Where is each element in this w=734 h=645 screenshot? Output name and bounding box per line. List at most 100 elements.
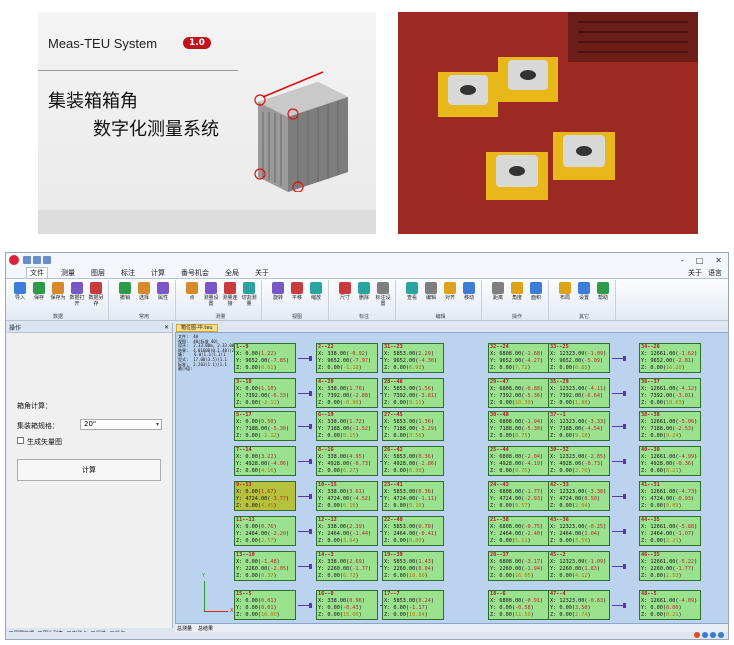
measure-point-card[interactable]: 7--14 X: 0.00(3.22) Y: 4928.00(-4.06) Z: 0.… (234, 446, 296, 476)
ribbon-button-1-1[interactable]: 选择 (135, 282, 153, 301)
measure-point-card[interactable]: 26--42 X: 5853.00(0.36) Y: 4928.00(-2.86) Z… (382, 446, 444, 476)
minimize-button[interactable]: - (681, 256, 684, 265)
quick-undo-icon[interactable] (43, 256, 51, 264)
calculate-button[interactable]: 计算 (17, 459, 161, 481)
ribbon-button-3-2[interactable]: 缩放 (307, 282, 325, 301)
measure-point-card[interactable]: 28--46 X: 5853.00(1.56) Y: 7392.00(-3.81) Z… (382, 378, 444, 408)
measure-point-card[interactable]: 32--24 X: 6808.00(-1.68) Y: 9652.00(-4.27)… (488, 343, 550, 373)
ime-logo-icon[interactable] (694, 632, 700, 638)
menu-annotate[interactable]: 标注 (118, 268, 138, 278)
vector-checkbox[interactable] (17, 437, 24, 444)
measure-point-card[interactable]: 48--5 X: 12661.00(-4.09) Y: 0.00(0.00) Z: 0… (639, 590, 701, 620)
measure-point-card[interactable]: 45--2 X: 12323.00(-1.09) Y: 2260.00(1.83) Z… (548, 551, 610, 581)
measure-point-card[interactable]: 6--19 X: 338.00(1.72) Y: 7188.00(-1.52) Z: … (316, 411, 378, 441)
measure-point-card[interactable]: 17--7 X: 5853.00(0.24) Y: 0.00(-1.17) Z: 0.… (382, 590, 444, 620)
measure-point-card[interactable]: 42--33 X: 12323.00(-3.38) Y: 4724.00(0.50)… (548, 481, 610, 511)
measure-point-card[interactable]: 43--36 X: 12323.00(-0.25) Y: 2464.00(1.04)… (548, 516, 610, 546)
measure-point-card[interactable]: 31--23 X: 5853.00(2.29) Y: 9652.00(-4.30) Z… (382, 343, 444, 373)
menu-number[interactable]: 番号机会 (178, 268, 212, 278)
ribbon-button-2-3[interactable]: 切割测量 (240, 282, 258, 307)
measure-point-card[interactable]: 2--22 X: 338.00(-0.92) Y: 9652.00(-7.97) Z:… (316, 343, 378, 373)
ribbon-button-1-0[interactable]: 撤销 (116, 282, 134, 301)
measure-point-card[interactable]: 14--3 X: 338.00(2.69) Y: 2260.00(-1.77) Z: … (316, 551, 378, 581)
measure-point-card[interactable]: 40--30 X: 12661.00(-4.99) Y: 4928.00(-0.36… (639, 446, 701, 476)
measure-point-card[interactable]: 30--48 X: 6808.00(-1.94) Y: 7188.00(-5.30)… (488, 411, 550, 441)
quick-open-icon[interactable] (33, 256, 41, 264)
measure-point-card[interactable]: 5--17 X: 0.00(0.50) Y: 7188.00(-5.30) Z: 0.… (234, 411, 296, 441)
container-spec-select[interactable]: 20" ▾ (80, 419, 162, 430)
measure-point-card[interactable]: 20--37 X: 6808.00(-3.17) Y: 2260.00(-1.94)… (488, 551, 550, 581)
measure-point-card[interactable]: 35--29 X: 12323.00(-4.11) Y: 7392.00(-6.64… (548, 378, 610, 408)
ime-mode-icon[interactable] (702, 632, 708, 638)
measure-point-card[interactable]: 4--20 X: 338.00(1.76) Y: 7392.00(-2.88) Z: … (316, 378, 378, 408)
measure-point-card[interactable]: 41--31 X: 12661.00(-4.73) Y: 4724.00(-0.93… (639, 481, 701, 511)
ribbon-button-5-2[interactable]: 对齐 (441, 282, 459, 301)
ribbon-button-1-2[interactable]: 属性 (154, 282, 172, 301)
menu-language[interactable]: 语言 (708, 268, 722, 278)
measure-point-card[interactable]: 47--4 X: 12323.00(-0.63) Y: 0.00(3.50) Z: 0… (548, 590, 610, 620)
menu-layer[interactable]: 图层 (88, 268, 108, 278)
ime-settings-icon[interactable] (718, 632, 724, 638)
measure-point-card[interactable]: 39--32 X: 12323.00(-2.85) Y: 4928.00(-0.73… (548, 446, 610, 476)
measure-point-card[interactable]: 34--26 X: 12661.00(-1.62) Y: 9652.00(-2.81… (639, 343, 701, 373)
ribbon-button-7-2[interactable]: 帮助 (594, 282, 612, 301)
measure-point-card[interactable]: 33--25 X: 12323.00(-1.09) Y: 9652.00(-5.09… (548, 343, 610, 373)
ribbon-button-4-2[interactable]: 标注设置 (374, 282, 392, 307)
document-tab[interactable]: 箱位图-中.teu (176, 324, 218, 332)
ribbon-button-6-1[interactable]: 角度 (508, 282, 526, 301)
measure-point-card[interactable]: 29--47 X: 6808.00(-0.88) Y: 7392.00(-5.36)… (488, 378, 550, 408)
ribbon-button-0-3[interactable]: 数据打开 (68, 282, 86, 307)
measure-point-card[interactable]: 1--9 X: 0.00(1.22) Y: 9652.00(-7.85) Z: 0.0… (234, 343, 296, 373)
measure-point-card[interactable]: 19--39 X: 5853.00(1.43) Y: 2260.00(0.04) Z:… (382, 551, 444, 581)
measure-point-card[interactable]: 46--35 X: 12661.00(-5.22) Y: 2260.00(-1.77… (639, 551, 701, 581)
measure-point-card[interactable]: 37--1 X: 12323.00(-3.33) Y: 7188.00(-4.54)… (548, 411, 610, 441)
measure-point-card[interactable]: 8--16 X: 338.00(4.95) Y: 4928.00(-6.73) Z: … (316, 446, 378, 476)
tab-total-measure[interactable]: 总测量 (177, 625, 192, 632)
menu-right-about[interactable]: 关于 (688, 268, 702, 278)
menu-calculate[interactable]: 计算 (148, 268, 168, 278)
ribbon-button-4-1[interactable]: 删除 (355, 282, 373, 301)
measure-point-card[interactable]: 23--41 X: 5853.00(0.36) Y: 4724.00(-1.11) Z… (382, 481, 444, 511)
ribbon-button-2-1[interactable]: 测量设置 (202, 282, 220, 307)
measure-point-card[interactable]: 25--44 X: 6808.00(-2.04) Y: 4928.00(-4.19)… (488, 446, 550, 476)
menu-measure[interactable]: 测量 (58, 268, 78, 278)
measure-point-card[interactable]: 15--5 X: 0.00(0.01) Y: 0.00(0.01) Z: 0.00(1… (234, 590, 296, 620)
measure-point-card[interactable]: 21--38 X: 6808.00(-0.75) Y: 2464.00(-2.40)… (488, 516, 550, 546)
menu-about[interactable]: 关于 (252, 268, 272, 278)
ribbon-button-6-0[interactable]: 距离 (489, 282, 507, 301)
ribbon-button-2-0[interactable]: 点 (183, 282, 201, 301)
ribbon-button-0-1[interactable]: 保存 (30, 282, 48, 301)
ribbon-button-0-4[interactable]: 数据另存 (87, 282, 105, 307)
measure-point-card[interactable]: 24--43 X: 6808.00(-1.77) Y: 4724.00(-2.93)… (488, 481, 550, 511)
ribbon-button-7-0[interactable]: 布局 (556, 282, 574, 301)
ribbon-button-7-1[interactable]: 设置 (575, 282, 593, 301)
measure-point-card[interactable]: 27--45 X: 5853.00(1.36) Y: 7188.00(-3.29) Z… (382, 411, 444, 441)
measure-point-card[interactable]: 38--38 X: 12661.00(-5.06) Y: 7188.00(-2.53… (639, 411, 701, 441)
measure-point-card[interactable]: 16--8 X: 338.00(0.96) Y: 0.00(-0.43) Z: 0.0… (316, 590, 378, 620)
close-button[interactable]: ✕ (715, 256, 722, 265)
tab-total-result[interactable]: 总结果 (198, 625, 213, 632)
measure-point-card[interactable]: 44--35 X: 12661.00(-5.88) Y: 2464.00(-1.07… (639, 516, 701, 546)
measure-point-card[interactable]: 9--13 X: 0.00(1.67) Y: 4724.00(-3.77) Z: 0.… (234, 481, 296, 511)
pin-icon[interactable]: ✕ (164, 324, 169, 331)
ribbon-button-0-2[interactable]: 保存为 (49, 282, 67, 301)
menu-global[interactable]: 全局 (222, 268, 242, 278)
measure-point-card[interactable]: 18--6 X: 6808.00(-0.91) Y: 0.00(-0.58) Z: 0… (488, 590, 550, 620)
ribbon-button-6-2[interactable]: 面积 (527, 282, 545, 301)
ribbon-button-3-0[interactable]: 旋转 (269, 282, 287, 301)
measure-point-card[interactable]: 36--37 X: 12661.00(-4.12) Y: 7392.00(-3.01… (639, 378, 701, 408)
ribbon-button-5-3[interactable]: 移动 (460, 282, 478, 301)
ribbon-button-2-2[interactable]: 测量连接 (221, 282, 239, 307)
measure-point-card[interactable]: 13--10 X: 0.00(-1.48) Y: 2260.00(-2.05) Z: … (234, 551, 296, 581)
ribbon-button-0-0[interactable]: 导入 (11, 282, 29, 301)
measure-point-card[interactable]: 10--15 X: 338.00(3.61) Y: 4724.00(-4.52) Z:… (316, 481, 378, 511)
measure-point-card[interactable]: 11--11 X: 0.00(0.76) Y: 2464.00(-2.20) Z: 0… (234, 516, 296, 546)
drawing-canvas[interactable]: 文件: 40 视图: 40(标准 40) 设计: 2.33.00m, 2.33.… (175, 332, 728, 624)
measure-point-card[interactable]: 3--18 X: 0.00(1.10) Y: 7392.00(-6.33) Z: 0.… (234, 378, 296, 408)
ribbon-button-5-0[interactable]: 查看 (403, 282, 421, 301)
menu-file[interactable]: 文件 (26, 267, 48, 278)
maximize-button[interactable]: □ (696, 256, 704, 265)
quick-save-icon[interactable] (23, 256, 31, 264)
ribbon-button-5-1[interactable]: 编辑 (422, 282, 440, 301)
measure-point-card[interactable]: 12--12 X: 338.00(2.39) Y: 2464.00(-1.44) Z:… (316, 516, 378, 546)
